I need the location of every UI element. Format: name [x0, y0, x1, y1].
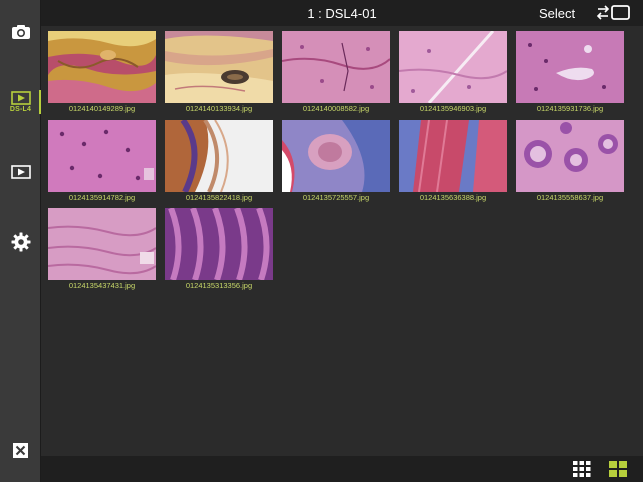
- thumbnail-image: [165, 31, 273, 103]
- small-grid-icon: [573, 461, 591, 477]
- thumbnail-filename: 0124135914782.jpg: [68, 193, 136, 202]
- thumbnail-item[interactable]: 0124135914782.jpg: [48, 120, 156, 202]
- thumbnail-image: [516, 120, 624, 192]
- thumbnail-image: [399, 120, 507, 192]
- sidebar: DS-L4: [0, 0, 41, 482]
- thumbnail-item[interactable]: 0124135931736.jpg: [516, 31, 624, 113]
- thumbnail-image: [48, 208, 156, 280]
- close-button[interactable]: [0, 440, 41, 460]
- thumbnail-image: [165, 208, 273, 280]
- thumbnail-item[interactable]: 0124135946903.jpg: [399, 31, 507, 113]
- close-icon: [13, 442, 28, 458]
- camera-button[interactable]: [0, 20, 41, 44]
- swap-icon: [596, 5, 630, 20]
- thumbnail-grid: 0124140149289.jpg 0124140133934.jpg 0124…: [41, 26, 643, 456]
- thumbnail-filename: 0124135558637.jpg: [536, 193, 604, 202]
- thumbnail-item[interactable]: 0124135822418.jpg: [165, 120, 273, 202]
- settings-button[interactable]: [0, 230, 41, 254]
- thumbnail-filename: 0124135437431.jpg: [68, 281, 136, 290]
- bottom-bar: [41, 456, 643, 482]
- thumbnail-item[interactable]: 0124135558637.jpg: [516, 120, 624, 202]
- thumbnail-image: [48, 31, 156, 103]
- top-bar: 1 : DSL4-01 Select: [41, 0, 643, 26]
- thumbnail-filename: 0124140008582.jpg: [302, 104, 370, 113]
- thumbnail-image: [165, 120, 273, 192]
- thumbnail-item[interactable]: 0124135636388.jpg: [399, 120, 507, 202]
- thumbnail-image: [282, 31, 390, 103]
- thumbnail-filename: 0124140149289.jpg: [68, 104, 136, 113]
- small-grid-view-button[interactable]: [573, 461, 591, 482]
- thumbnail-filename: 0124135725557.jpg: [302, 193, 370, 202]
- thumbnail-filename: 0124140133934.jpg: [185, 104, 253, 113]
- thumbnail-image: [282, 120, 390, 192]
- thumbnail-item[interactable]: 0124140133934.jpg: [165, 31, 273, 113]
- thumbnail-filename: 0124135946903.jpg: [419, 104, 487, 113]
- gear-icon: [11, 232, 30, 252]
- thumbnail-item[interactable]: 0124135313356.jpg: [165, 208, 273, 290]
- thumbnail-item[interactable]: 0124135725557.jpg: [282, 120, 390, 202]
- select-button[interactable]: Select: [539, 6, 575, 21]
- thumbnail-filename: 0124135931736.jpg: [536, 104, 604, 113]
- ds-l4-viewer-icon: [10, 91, 31, 105]
- ds-l4-viewer-button[interactable]: DS-L4: [0, 86, 41, 118]
- thumbnail-image: [48, 120, 156, 192]
- thumbnail-image: [516, 31, 624, 103]
- large-grid-view-button[interactable]: [609, 461, 627, 482]
- thumbnail-filename: 0124135822418.jpg: [185, 193, 253, 202]
- thumbnail-item[interactable]: 0124140149289.jpg: [48, 31, 156, 113]
- large-grid-icon: [609, 461, 627, 477]
- thumbnail-filename: 0124135313356.jpg: [185, 281, 253, 290]
- thumbnail-item[interactable]: 0124135437431.jpg: [48, 208, 156, 290]
- thumbnail-item[interactable]: 0124140008582.jpg: [282, 31, 390, 113]
- playback-icon: [10, 165, 31, 179]
- camera-icon: [11, 25, 30, 39]
- thumbnail-image: [399, 31, 507, 103]
- swap-button[interactable]: [596, 4, 632, 27]
- ds-l4-label: DS-L4: [9, 106, 32, 113]
- playback-button[interactable]: [0, 162, 41, 182]
- thumbnail-filename: 0124135636388.jpg: [419, 193, 487, 202]
